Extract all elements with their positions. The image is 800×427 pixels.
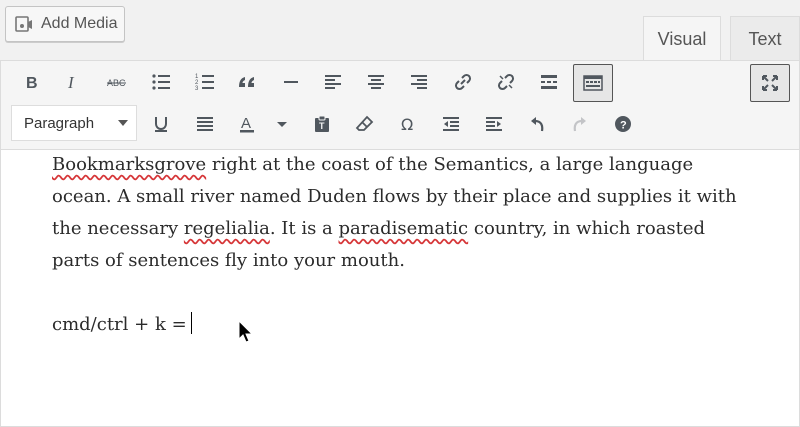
align-left-icon [325,75,341,89]
misspelled-word[interactable]: Bookmarksgrove [52,154,206,175]
bold-button[interactable]: B [14,64,50,100]
paste-as-text-button[interactable]: T [304,106,340,142]
add-media-button[interactable]: Add Media [5,6,125,42]
paragraph-2: cmd/ctrl + k = [52,309,752,341]
text-color-button[interactable]: A [229,106,265,142]
format-select[interactable]: Paragraph [11,105,137,141]
clear-formatting-button[interactable] [347,106,383,142]
omega-icon: Ω [401,115,413,134]
italic-button[interactable]: I [55,64,91,100]
bullet-list-button[interactable] [143,64,179,100]
format-select-value: Paragraph [24,114,95,132]
align-right-button[interactable] [401,64,437,100]
bold-icon: B [26,75,38,92]
clipboard-icon: T [315,115,329,132]
outdent-button[interactable] [433,106,469,142]
svg-text:I: I [67,73,75,92]
fullscreen-button[interactable] [750,64,790,102]
align-left-button[interactable] [315,64,351,100]
justify-button[interactable] [187,106,223,142]
fullscreen-icon [762,75,778,91]
italic-icon: I [67,73,75,92]
svg-text:?: ? [620,120,627,132]
read-more-icon [541,75,557,89]
tab-visual-label: Visual [657,29,707,49]
bullet-list-icon [152,74,170,90]
numbered-list-icon: 123 [195,74,214,92]
read-more-button[interactable] [531,64,567,100]
undo-button[interactable] [519,106,555,142]
help-icon: ? [615,116,631,132]
svg-text:A: A [241,115,251,132]
text-color-dropdown[interactable] [265,106,299,142]
eraser-icon [355,115,374,131]
remove-link-button[interactable] [488,64,524,100]
editor-toolbar: B I ABC 123 Paragraph A T Ω ? [1,61,799,150]
misspelled-word[interactable]: regelialia [184,218,270,239]
undo-icon [531,117,544,132]
insert-link-button[interactable] [445,64,481,100]
editor: B I ABC 123 Paragraph A T Ω ? Bookmarksg… [0,60,800,427]
link-icon [454,73,472,91]
numbered-list-button[interactable]: 123 [187,64,223,100]
indent-icon [486,117,502,131]
paragraph-text: . It is a [269,218,339,239]
add-media-label: Add Media [41,15,118,32]
outdent-icon [443,117,459,131]
paragraph-1: Bookmarksgrove right at the coast of the… [52,149,752,277]
chevron-down-icon [277,122,287,127]
horizontal-line-button[interactable] [273,64,309,100]
svg-text:T: T [319,121,325,131]
text-caret [190,312,192,334]
svg-text:3: 3 [195,86,199,92]
redo-icon [573,117,586,132]
text-color-icon: A [240,115,254,133]
media-icon [13,13,35,35]
mouse-pointer-icon [238,320,254,343]
toolbar-toggle-button[interactable] [573,64,613,102]
underline-icon [155,117,167,132]
blockquote-button[interactable] [229,64,265,100]
blockquote-icon [239,77,254,87]
unlink-icon [497,73,515,91]
align-center-button[interactable] [358,64,394,100]
shortcut-text: cmd/ctrl + k = [52,314,187,335]
align-center-icon [368,75,384,89]
svg-text:Ω: Ω [401,115,413,134]
special-character-button[interactable]: Ω [390,106,426,142]
chevron-down-icon [118,120,128,126]
help-button[interactable]: ? [605,106,641,142]
editor-content[interactable]: Bookmarksgrove right at the coast of the… [52,149,752,341]
tab-visual[interactable]: Visual [643,16,721,62]
align-right-icon [411,75,427,89]
misspelled-word[interactable]: paradisematic [339,218,469,239]
justify-icon [197,117,213,131]
underline-button[interactable] [143,106,179,142]
indent-button[interactable] [476,106,512,142]
tab-text[interactable]: Text [730,16,800,62]
tab-text-label: Text [748,29,782,49]
keyboard-icon [583,75,603,91]
svg-text:B: B [26,75,38,92]
horizontal-line-icon [284,81,298,83]
redo-button[interactable] [562,106,598,142]
strikethrough-button[interactable]: ABC [99,64,135,100]
strikethrough-icon: ABC [107,78,126,88]
